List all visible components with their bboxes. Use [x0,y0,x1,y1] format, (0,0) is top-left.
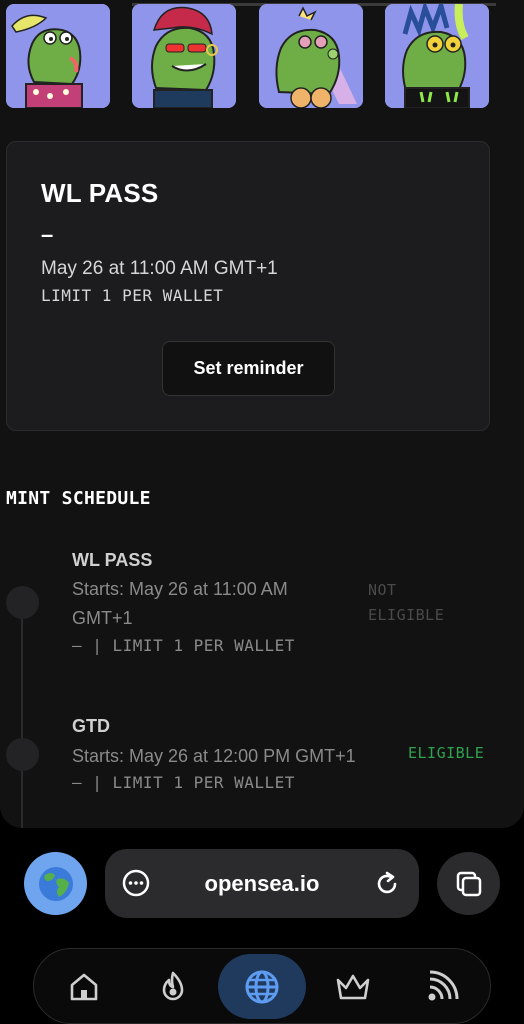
bottom-navigation [33,948,491,1024]
address-bar[interactable]: opensea.io [105,849,419,918]
phase-price: – [41,222,54,247]
schedule-phase-start: Starts: May 26 at 12:00 PM GMT+1 [72,746,356,766]
not-eligible-badge: NOT ELIGIBLE [368,578,468,628]
timeline-line [21,600,23,828]
nft-thumbnails [6,4,496,108]
url-text: opensea.io [204,871,320,896]
phase-limit: LIMIT 1 PER WALLET [41,286,224,305]
flame-icon[interactable] [129,954,217,1019]
crown-icon[interactable] [309,954,397,1019]
phase-date: May 26 at 11:00 AM GMT+1 [41,258,278,279]
schedule-phase-name: GTD [72,716,110,736]
reload-icon[interactable] [373,870,401,903]
set-reminder-button[interactable]: Set reminder [162,341,335,396]
timeline-dot [6,586,39,619]
schedule-phase-start-tz: GMT+1 [72,608,133,628]
phase-title: WL PASS [41,178,159,208]
tabs-icon[interactable] [437,852,500,915]
mint-schedule-heading: MINT SCHEDULE [6,488,151,509]
schedule-phase-start: Starts: May 26 at 11:00 AM [72,579,288,599]
eligible-badge: ELIGIBLE [408,744,485,762]
nft-thumbnail[interactable] [259,4,363,108]
nft-thumbnail[interactable] [132,4,236,108]
schedule-phase-name: WL PASS [72,550,153,570]
nft-thumbnail[interactable] [6,4,110,108]
status-text: NOT [368,581,397,599]
mint-phase-card: WL PASS – May 26 at 11:00 AM GMT+1 LIMIT… [6,141,490,431]
status-text: ELIGIBLE [368,606,445,624]
timeline-dot [6,738,39,771]
home-icon[interactable] [40,954,128,1019]
feed-icon[interactable] [398,954,486,1019]
page: WL PASS – May 26 at 11:00 AM GMT+1 LIMIT… [0,0,524,1024]
globe-nav-icon[interactable] [218,954,306,1019]
nft-thumbnail[interactable] [385,4,489,108]
globe-icon[interactable] [24,852,87,915]
schedule-phase-limit: – | LIMIT 1 PER WALLET [72,636,295,655]
schedule-phase-limit: – | LIMIT 1 PER WALLET [72,773,295,792]
drop-page-content: WL PASS – May 26 at 11:00 AM GMT+1 LIMIT… [0,0,524,828]
